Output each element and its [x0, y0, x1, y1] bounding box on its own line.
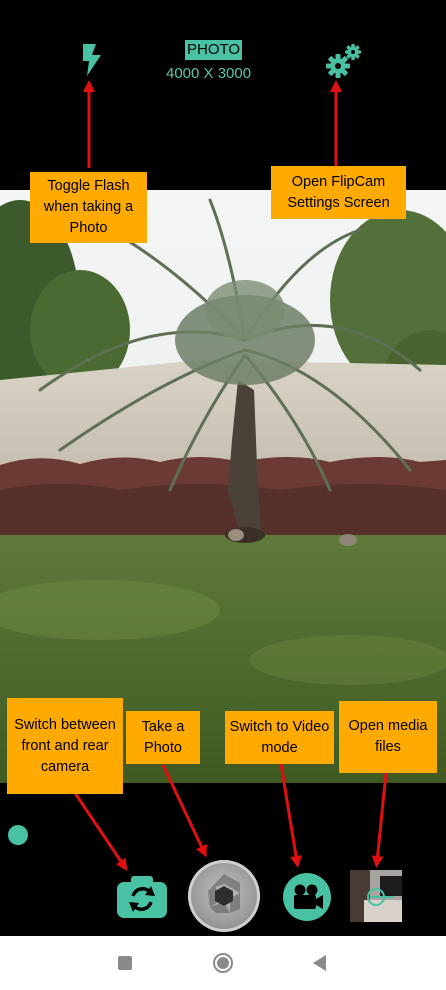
callout-media: Open media files [339, 701, 437, 773]
settings-button[interactable] [324, 42, 362, 78]
callout-take-photo: Take a Photo [126, 711, 200, 764]
flash-icon [83, 44, 101, 76]
recent-apps-icon[interactable] [118, 956, 132, 970]
preview-image [0, 190, 446, 783]
callout-flash: Toggle Flash when taking a Photo [30, 172, 147, 243]
resolution-label: 4000 X 3000 [166, 65, 252, 82]
shutter-aperture-icon [208, 874, 240, 913]
callout-video-mode: Switch to Video mode [225, 711, 334, 764]
callout-settings: Open FlipCam Settings Screen [271, 166, 406, 219]
arrow-switch-camera [73, 792, 128, 871]
switch-camera-button[interactable] [117, 874, 167, 918]
status-dot [8, 825, 28, 845]
home-icon-inner [217, 957, 229, 969]
flash-toggle-button[interactable] [80, 44, 102, 76]
camera-switch-icon [117, 876, 167, 918]
shutter-button[interactable] [188, 860, 260, 932]
back-icon[interactable] [313, 955, 326, 971]
camera-viewfinder[interactable] [0, 190, 446, 783]
media-thumbnail [350, 870, 402, 922]
camera-mode-label[interactable]: PHOTO [185, 40, 243, 60]
media-files-button[interactable] [350, 870, 402, 922]
arrow-media [371, 772, 388, 868]
gears-icon [326, 44, 361, 78]
video-camera-icon [294, 884, 323, 909]
callout-switch-camera: Switch between front and rear camera [7, 698, 123, 794]
video-mode-button[interactable] [283, 873, 331, 921]
